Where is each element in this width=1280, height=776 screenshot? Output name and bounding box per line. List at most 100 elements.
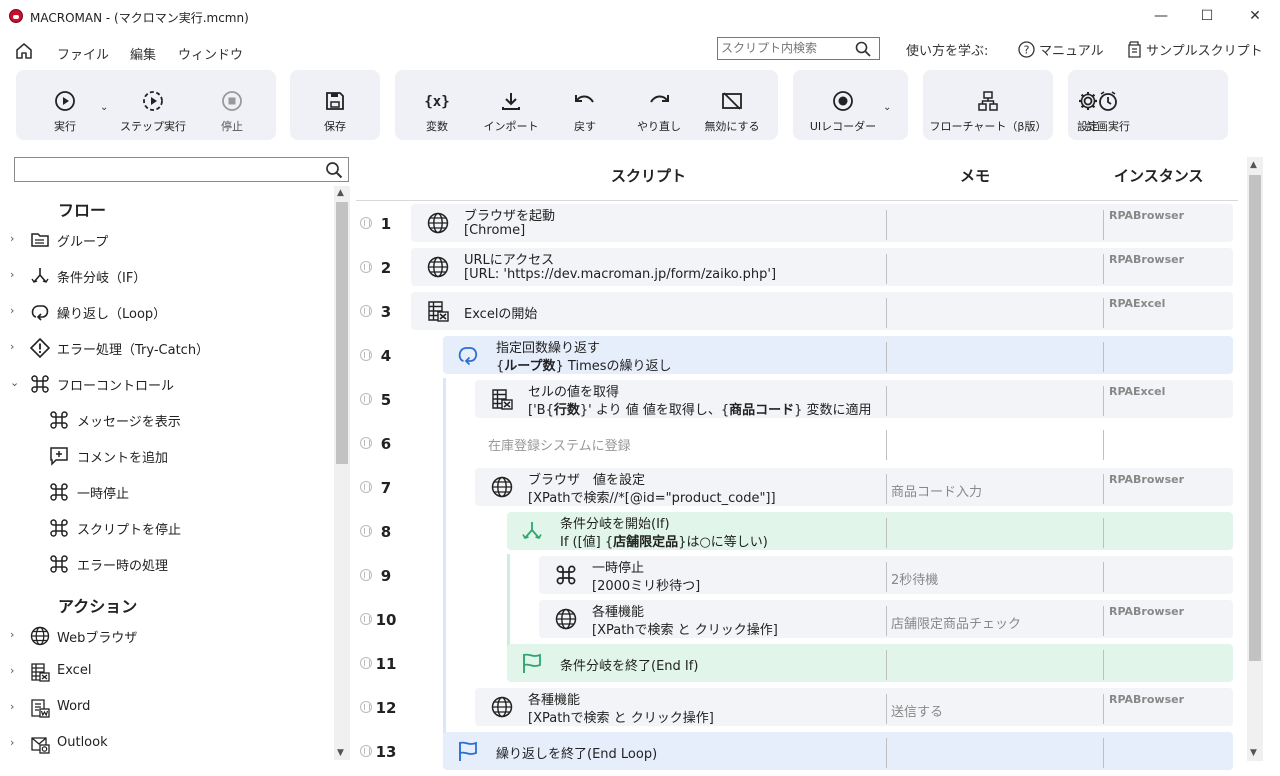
action-search-input[interactable] xyxy=(19,158,319,180)
action-card[interactable]: セルの値を取得 ['B{行数}' より 値 値を取得し、{商品コード} 変数に適… xyxy=(475,380,1233,418)
tree-item-pause[interactable]: 一時停止 xyxy=(0,476,334,506)
chevron-right-icon[interactable]: › xyxy=(10,340,20,353)
search-icon[interactable] xyxy=(855,41,871,57)
chevron-right-icon[interactable]: › xyxy=(10,700,20,713)
scrollbar-thumb[interactable] xyxy=(336,202,348,464)
drag-handle-icon[interactable] xyxy=(360,613,372,625)
chevron-right-icon[interactable]: › xyxy=(10,232,20,245)
drag-handle-icon[interactable] xyxy=(360,569,372,581)
chevron-down-icon[interactable]: ⌄ xyxy=(10,376,20,389)
recorder-dropdown-chevron-icon[interactable]: ⌄ xyxy=(883,102,891,113)
drag-handle-icon[interactable] xyxy=(360,261,372,273)
action-card[interactable]: URLにアクセス [URL: 'https://dev.macroman.jp/… xyxy=(411,248,1233,286)
settings-button[interactable]: 設定 xyxy=(1068,70,1108,140)
if-card[interactable]: 条件分岐を開始(If) If ([値] {店舗限定品}は○に等しい) xyxy=(507,512,1233,550)
script-row-1[interactable]: 1 ブラウザを起動 [Chrome] RPABrowser xyxy=(354,202,1234,246)
tree-item-excel[interactable]: › Excel xyxy=(0,656,334,686)
action-card[interactable]: ブラウザ 値を設定 [XPathで検索//*[@id="product_code… xyxy=(475,468,1233,506)
chevron-right-icon[interactable]: › xyxy=(10,664,20,677)
script-row-3[interactable]: 3 Excelの開始 RPAExcel xyxy=(354,290,1234,334)
script-row-8[interactable]: 8 条件分岐を開始(If) If ([値] {店舗限定品}は○に等しい) xyxy=(354,510,1234,554)
step-run-button[interactable]: ステップ実行 xyxy=(118,70,188,140)
redo-button[interactable]: やり直し xyxy=(631,70,687,140)
script-row-13[interactable]: 13 繰り返しを終了(End Loop) xyxy=(354,730,1234,774)
scroll-up-icon[interactable]: ▲ xyxy=(1250,160,1257,170)
script-row-2[interactable]: 2 URLにアクセス [URL: 'https://dev.macroman.j… xyxy=(354,246,1234,290)
comment-card[interactable]: 在庫登録システムに登録 xyxy=(475,424,1233,462)
drag-handle-icon[interactable] xyxy=(360,525,372,537)
script-search-input[interactable] xyxy=(721,38,849,58)
script-row-10[interactable]: 10 各種機能 [XPathで検索 と クリック操作] 店舗限定商品チェック R… xyxy=(354,598,1234,642)
loop-card[interactable]: 指定回数繰り返す {ループ数} Timesの繰り返し xyxy=(443,336,1233,374)
chevron-right-icon[interactable]: › xyxy=(10,304,20,317)
drag-handle-icon[interactable] xyxy=(360,701,372,713)
script-row-7[interactable]: 7 ブラウザ 値を設定 [XPathで検索//*[@id="product_co… xyxy=(354,466,1234,510)
tree-item-try-catch[interactable]: › エラー処理（Try-Catch） xyxy=(0,332,334,362)
scroll-up-icon[interactable]: ▲ xyxy=(337,188,344,198)
action-card[interactable]: 各種機能 [XPathで検索 と クリック操作] 送信する RPABrowser xyxy=(475,688,1233,726)
tree-item-show-message[interactable]: メッセージを表示 xyxy=(0,404,334,434)
ui-recorder-button[interactable]: UIレコーダー xyxy=(805,70,881,140)
action-panel-scrollbar[interactable]: ▲ ▼ xyxy=(334,186,350,760)
action-card[interactable]: 各種機能 [XPathで検索 と クリック操作] 店舗限定商品チェック RPAB… xyxy=(539,600,1233,638)
undo-button[interactable]: 戻す xyxy=(565,70,605,140)
script-row-5[interactable]: 5 セルの値を取得 ['B{行数}' より 値 値を取得し、{商品コード} 変数… xyxy=(354,378,1234,422)
scroll-down-icon[interactable]: ▼ xyxy=(337,748,344,758)
drag-handle-icon[interactable] xyxy=(360,437,372,449)
menu-file[interactable]: ファイル xyxy=(57,44,109,63)
tree-item-stop-script[interactable]: スクリプトを停止 xyxy=(0,512,334,542)
drag-handle-icon[interactable] xyxy=(360,657,372,669)
sample-script-link[interactable]: サンプルスクリプト xyxy=(1127,40,1263,59)
manual-link[interactable]: ? マニュアル xyxy=(1018,40,1104,59)
menu-window[interactable]: ウィンドウ xyxy=(178,44,243,63)
tree-item-loop[interactable]: › 繰り返し（Loop） xyxy=(0,296,334,326)
run-dropdown-chevron-icon[interactable]: ⌄ xyxy=(100,102,108,113)
tree-item-add-comment[interactable]: コメントを追加 xyxy=(0,440,334,470)
chevron-right-icon[interactable]: › xyxy=(10,628,20,641)
drag-handle-icon[interactable] xyxy=(360,305,372,317)
script-row-4[interactable]: 4 指定回数繰り返す {ループ数} Timesの繰り返し xyxy=(354,334,1234,378)
tree-item-group[interactable]: › グループ xyxy=(0,224,334,254)
action-search[interactable] xyxy=(14,157,349,182)
tree-item-on-error[interactable]: エラー時の処理 xyxy=(0,548,334,578)
run-button[interactable]: 実行 xyxy=(44,70,86,140)
drag-handle-icon[interactable] xyxy=(360,217,372,229)
tree-item-if[interactable]: › 条件分岐（IF） xyxy=(0,260,334,290)
minimize-button[interactable]: — xyxy=(1138,4,1184,28)
tree-item-outlook[interactable]: › Outlook xyxy=(0,728,334,758)
script-row-12[interactable]: 12 各種機能 [XPathで検索 と クリック操作] 送信する RPABrow… xyxy=(354,686,1234,730)
stop-button[interactable]: 停止 xyxy=(212,70,252,140)
close-button[interactable]: ✕ xyxy=(1232,4,1278,28)
drag-handle-icon[interactable] xyxy=(360,481,372,493)
scrollbar-thumb[interactable] xyxy=(1249,175,1261,661)
end-loop-card[interactable]: 繰り返しを終了(End Loop) xyxy=(443,732,1233,770)
action-card[interactable]: 一時停止 [2000ミリ秒待つ] 2秒待機 xyxy=(539,556,1233,594)
script-row-11[interactable]: 11 条件分岐を終了(End If) xyxy=(354,642,1234,686)
tree-item-word[interactable]: › Word xyxy=(0,692,334,722)
script-row-6[interactable]: 6 在庫登録システムに登録 xyxy=(354,422,1234,466)
scroll-down-icon[interactable]: ▼ xyxy=(1250,748,1257,758)
drag-handle-icon[interactable] xyxy=(360,349,372,361)
search-icon[interactable] xyxy=(325,161,343,179)
end-if-card[interactable]: 条件分岐を終了(End If) xyxy=(507,644,1233,682)
chevron-right-icon[interactable]: › xyxy=(10,736,20,749)
maximize-button[interactable]: ☐ xyxy=(1184,4,1230,28)
action-card[interactable]: Excelの開始 RPAExcel xyxy=(411,292,1233,330)
drag-handle-icon[interactable] xyxy=(360,745,372,757)
variable-button[interactable]: {x} 変数 xyxy=(417,70,457,140)
script-search[interactable] xyxy=(717,37,880,60)
home-icon[interactable] xyxy=(14,42,36,62)
action-card[interactable]: ブラウザを起動 [Chrome] RPABrowser xyxy=(411,204,1233,242)
script-row-9[interactable]: 9 一時停止 [2000ミリ秒待つ] 2秒待機 xyxy=(354,554,1234,598)
chevron-right-icon[interactable]: › xyxy=(10,268,20,281)
drag-handle-icon[interactable] xyxy=(360,393,372,405)
column-separator xyxy=(1103,562,1104,592)
disable-button[interactable]: 無効にする xyxy=(701,70,763,140)
import-button[interactable]: インポート xyxy=(481,70,541,140)
tree-item-web-browser[interactable]: › Webブラウザ xyxy=(0,620,334,650)
tree-item-flow-control[interactable]: ⌄ フローコントロール xyxy=(0,368,334,398)
script-scrollbar[interactable]: ▲ ▼ xyxy=(1247,157,1263,761)
save-button[interactable]: 保存 xyxy=(315,70,355,140)
flowchart-button[interactable]: フローチャート（β版） xyxy=(928,70,1048,140)
menu-edit[interactable]: 編集 xyxy=(130,44,156,63)
